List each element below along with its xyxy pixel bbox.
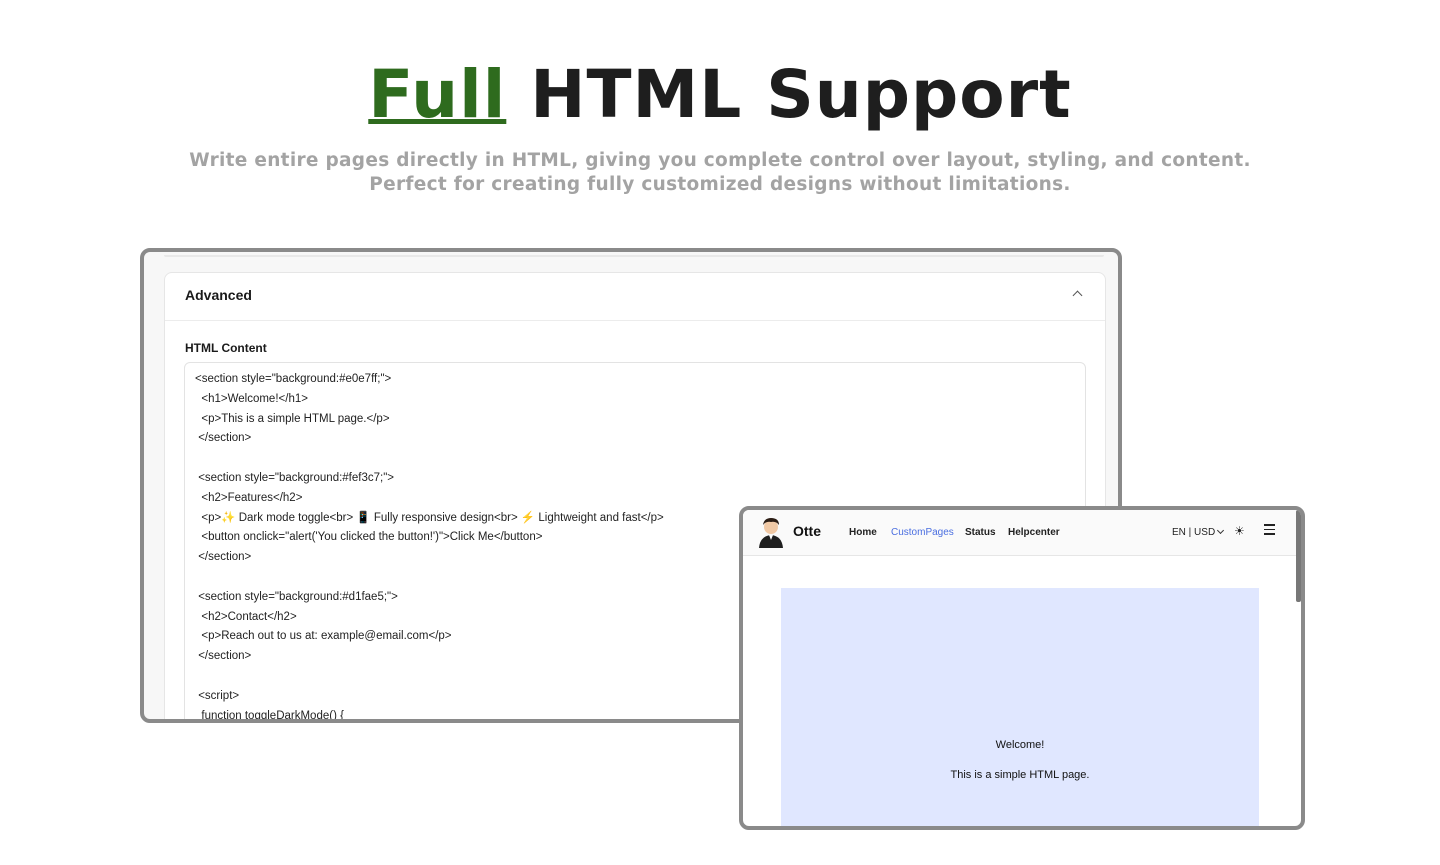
previous-card-edge bbox=[164, 255, 1104, 257]
nav-link-custompages[interactable]: CustomPages bbox=[891, 527, 954, 538]
hero-subtitle-line1: Write entire pages directly in HTML, giv… bbox=[189, 150, 1251, 171]
preview-navbar: Otte Home CustomPages Status Helpcenter … bbox=[743, 510, 1297, 556]
advanced-card-title: Advanced bbox=[185, 287, 252, 303]
sun-icon[interactable]: ☀ bbox=[1234, 524, 1245, 538]
chevron-down-icon bbox=[1217, 526, 1225, 535]
preview-welcome-section: Welcome! This is a simple HTML page. bbox=[781, 588, 1259, 826]
advanced-card-header[interactable]: Advanced bbox=[165, 273, 1105, 321]
locale-currency-label: EN | USD bbox=[1172, 527, 1216, 538]
hero-subtitle: Write entire pages directly in HTML, giv… bbox=[0, 149, 1440, 197]
preview-heading: Welcome! bbox=[995, 739, 1045, 751]
hero-subtitle-line2: Perfect for creating fully customized de… bbox=[369, 174, 1071, 195]
hero-title-accent: Full bbox=[368, 56, 507, 133]
html-content-label: HTML Content bbox=[185, 341, 267, 355]
nav-link-helpcenter[interactable]: Helpcenter bbox=[1008, 527, 1060, 538]
hamburger-menu-icon[interactable] bbox=[1264, 524, 1275, 535]
hero-title-rest: HTML Support bbox=[506, 56, 1072, 133]
chevron-up-icon[interactable] bbox=[1072, 290, 1083, 301]
preview-window: Otte Home CustomPages Status Helpcenter … bbox=[739, 506, 1305, 830]
scrollbar[interactable] bbox=[1296, 510, 1301, 602]
nav-link-status[interactable]: Status bbox=[965, 527, 996, 538]
nav-link-home[interactable]: Home bbox=[849, 527, 877, 538]
brand-name[interactable]: Otte bbox=[793, 523, 821, 539]
preview-paragraph: This is a simple HTML page. bbox=[950, 769, 1090, 781]
hero-title: Full HTML Support bbox=[0, 52, 1440, 138]
avatar bbox=[759, 518, 783, 548]
locale-currency-selector[interactable]: EN | USD bbox=[1172, 526, 1225, 538]
